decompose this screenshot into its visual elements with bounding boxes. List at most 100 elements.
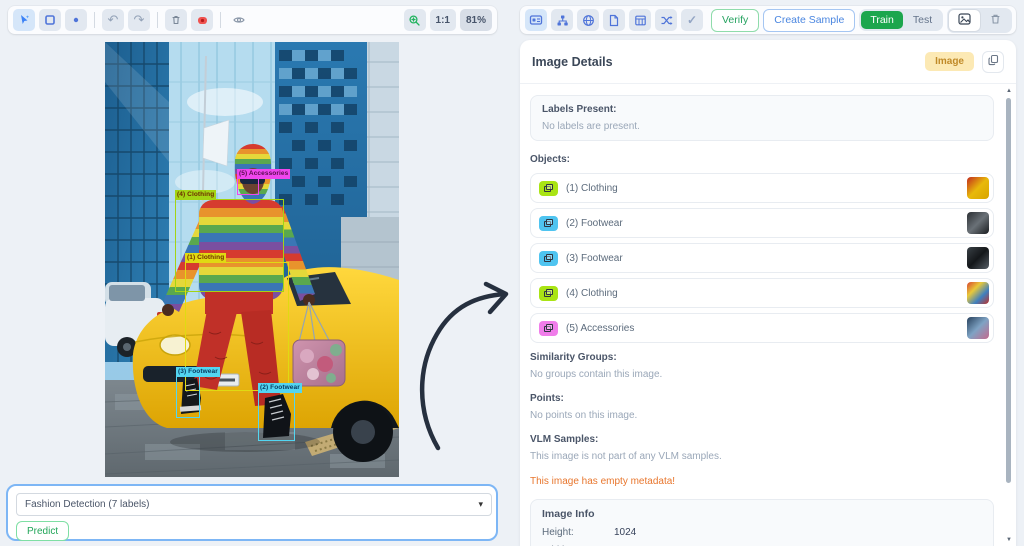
labels-present-empty: No labels are present. <box>542 121 640 132</box>
image-icon <box>958 12 971 28</box>
bounding-box-label: (4) Clothing <box>175 190 217 200</box>
tab-table[interactable] <box>629 9 651 31</box>
tab-globe[interactable] <box>577 9 599 31</box>
shuffle-icon <box>660 14 673 27</box>
image-info-title: Image Info <box>542 508 595 520</box>
points-title: Points: <box>530 393 564 404</box>
details-header: Image Details Image <box>520 40 1016 84</box>
object-thumbnail <box>967 247 989 269</box>
train-toggle[interactable]: Train <box>861 11 903 29</box>
similarity-empty: No groups contain this image. <box>530 369 663 380</box>
labels-present-card: Labels Present: No labels are present. <box>530 95 994 141</box>
tab-shuffle[interactable] <box>655 9 677 31</box>
image-view-toggle[interactable] <box>949 9 981 31</box>
ai-select-tool-button[interactable] <box>13 9 35 31</box>
canvas-toolbar: ↶ ↷ 1:1 81% <box>8 6 497 34</box>
object-label: (5) Accessories <box>566 322 635 334</box>
eye-icon <box>232 13 246 27</box>
undo-button[interactable]: ↶ <box>102 9 124 31</box>
tab-image-details[interactable] <box>525 9 547 31</box>
object-thumbnail <box>967 282 989 304</box>
toolbar-divider <box>157 12 158 28</box>
visibility-toggle-button[interactable] <box>228 9 250 31</box>
object-badge-icon <box>539 250 558 266</box>
predict-button[interactable]: Predict <box>16 521 70 541</box>
object-row[interactable]: (4) Clothing <box>530 278 994 308</box>
bounding-box-label: (3) Footwear <box>176 367 220 377</box>
objects-title: Objects: <box>530 154 571 165</box>
image-details-panel: Image Details Image Labels Present: No l… <box>520 40 1016 546</box>
zoom-in-icon <box>408 14 421 27</box>
zoom-level-button[interactable]: 81% <box>459 9 492 31</box>
globe-icon <box>582 14 595 27</box>
empty-metadata-warning: This image has empty metadata! <box>530 476 676 487</box>
image-canvas[interactable]: (4) Clothing (1) Clothing (5) Accessories (… <box>105 42 399 477</box>
panel-title: Image Details <box>532 54 613 69</box>
zoom-in-button[interactable] <box>403 9 426 31</box>
tab-document[interactable] <box>603 9 625 31</box>
tab-approve[interactable]: ✓ <box>681 9 703 31</box>
tab-hierarchy[interactable] <box>551 9 573 31</box>
remove-label-icon <box>196 14 209 27</box>
object-label: (2) Footwear <box>566 217 623 229</box>
image-info-card: Image Info Height: 1024 Width: 683 <box>530 499 994 546</box>
object-badge-icon <box>539 180 558 196</box>
object-badge-icon <box>539 285 558 301</box>
info-label: Height: <box>542 527 574 538</box>
object-label: (3) Footwear <box>566 252 623 264</box>
undo-icon: ↶ <box>107 12 119 27</box>
clear-annotations-button[interactable] <box>191 9 213 31</box>
object-row[interactable]: (1) Clothing <box>530 173 994 203</box>
view-segment <box>947 7 1013 33</box>
redo-icon: ↷ <box>133 12 145 27</box>
object-label: (4) Clothing <box>566 287 618 299</box>
bounding-box[interactable] <box>176 376 200 418</box>
object-row[interactable]: (2) Footwear <box>530 208 994 238</box>
copy-button[interactable] <box>982 50 1004 73</box>
bounding-box-label: (2) Footwear <box>258 383 302 393</box>
object-thumbnail <box>967 212 989 234</box>
details-body: Labels Present: No labels are present. O… <box>520 84 1016 546</box>
details-scrollbar: ▲ ▼ <box>1005 88 1013 543</box>
image-details-icon <box>529 13 543 27</box>
vlm-empty: This image is not part of any VLM sample… <box>530 451 722 462</box>
bounding-box[interactable] <box>258 392 295 441</box>
object-thumbnail <box>967 317 989 339</box>
delete-button[interactable] <box>165 9 187 31</box>
bounding-box-label: (1) Clothing <box>185 253 227 263</box>
verify-button[interactable]: Verify <box>711 8 760 32</box>
bounding-box[interactable] <box>237 178 259 195</box>
redo-button[interactable]: ↷ <box>128 9 150 31</box>
check-icon: ✓ <box>686 13 698 27</box>
chevron-down-icon: ▾ <box>478 499 483 509</box>
info-value: 1024 <box>614 527 637 538</box>
scroll-down-arrow[interactable]: ▼ <box>1005 537 1013 543</box>
bounding-box-label: (5) Accessories <box>237 169 291 179</box>
hierarchy-icon <box>556 14 569 27</box>
copy-icon <box>987 54 999 69</box>
box-tool-button[interactable] <box>39 9 61 31</box>
scroll-up-arrow[interactable]: ▲ <box>1005 88 1013 94</box>
point-tool-button[interactable] <box>65 9 87 31</box>
type-badge: Image <box>925 52 974 71</box>
scrollbar-thumb[interactable] <box>1006 98 1011 483</box>
bounding-box-icon <box>44 14 56 26</box>
object-badge-icon <box>539 320 558 336</box>
table-icon <box>634 14 647 27</box>
create-sample-button[interactable]: Create Sample <box>763 8 856 32</box>
object-row[interactable]: (3) Footwear <box>530 243 994 273</box>
discard-toggle[interactable] <box>981 10 1010 31</box>
model-select-value: Fashion Detection (7 labels) <box>25 499 150 510</box>
trash-icon <box>990 13 1001 28</box>
similarity-title: Similarity Groups: <box>530 352 617 363</box>
document-icon <box>608 14 620 27</box>
toolbar-divider <box>94 12 95 28</box>
annotation-layer: (4) Clothing (1) Clothing (5) Accessories (… <box>105 42 399 477</box>
point-icon <box>71 15 81 25</box>
test-toggle[interactable]: Test <box>904 11 941 29</box>
model-select[interactable]: Fashion Detection (7 labels) ▾ <box>16 493 492 516</box>
trash-icon <box>170 14 182 26</box>
objects-list: (1) Clothing (2) Footwear (3) Footwear (4) … <box>530 173 994 343</box>
object-row[interactable]: (5) Accessories <box>530 313 994 343</box>
zoom-reset-button[interactable]: 1:1 <box>429 9 456 31</box>
